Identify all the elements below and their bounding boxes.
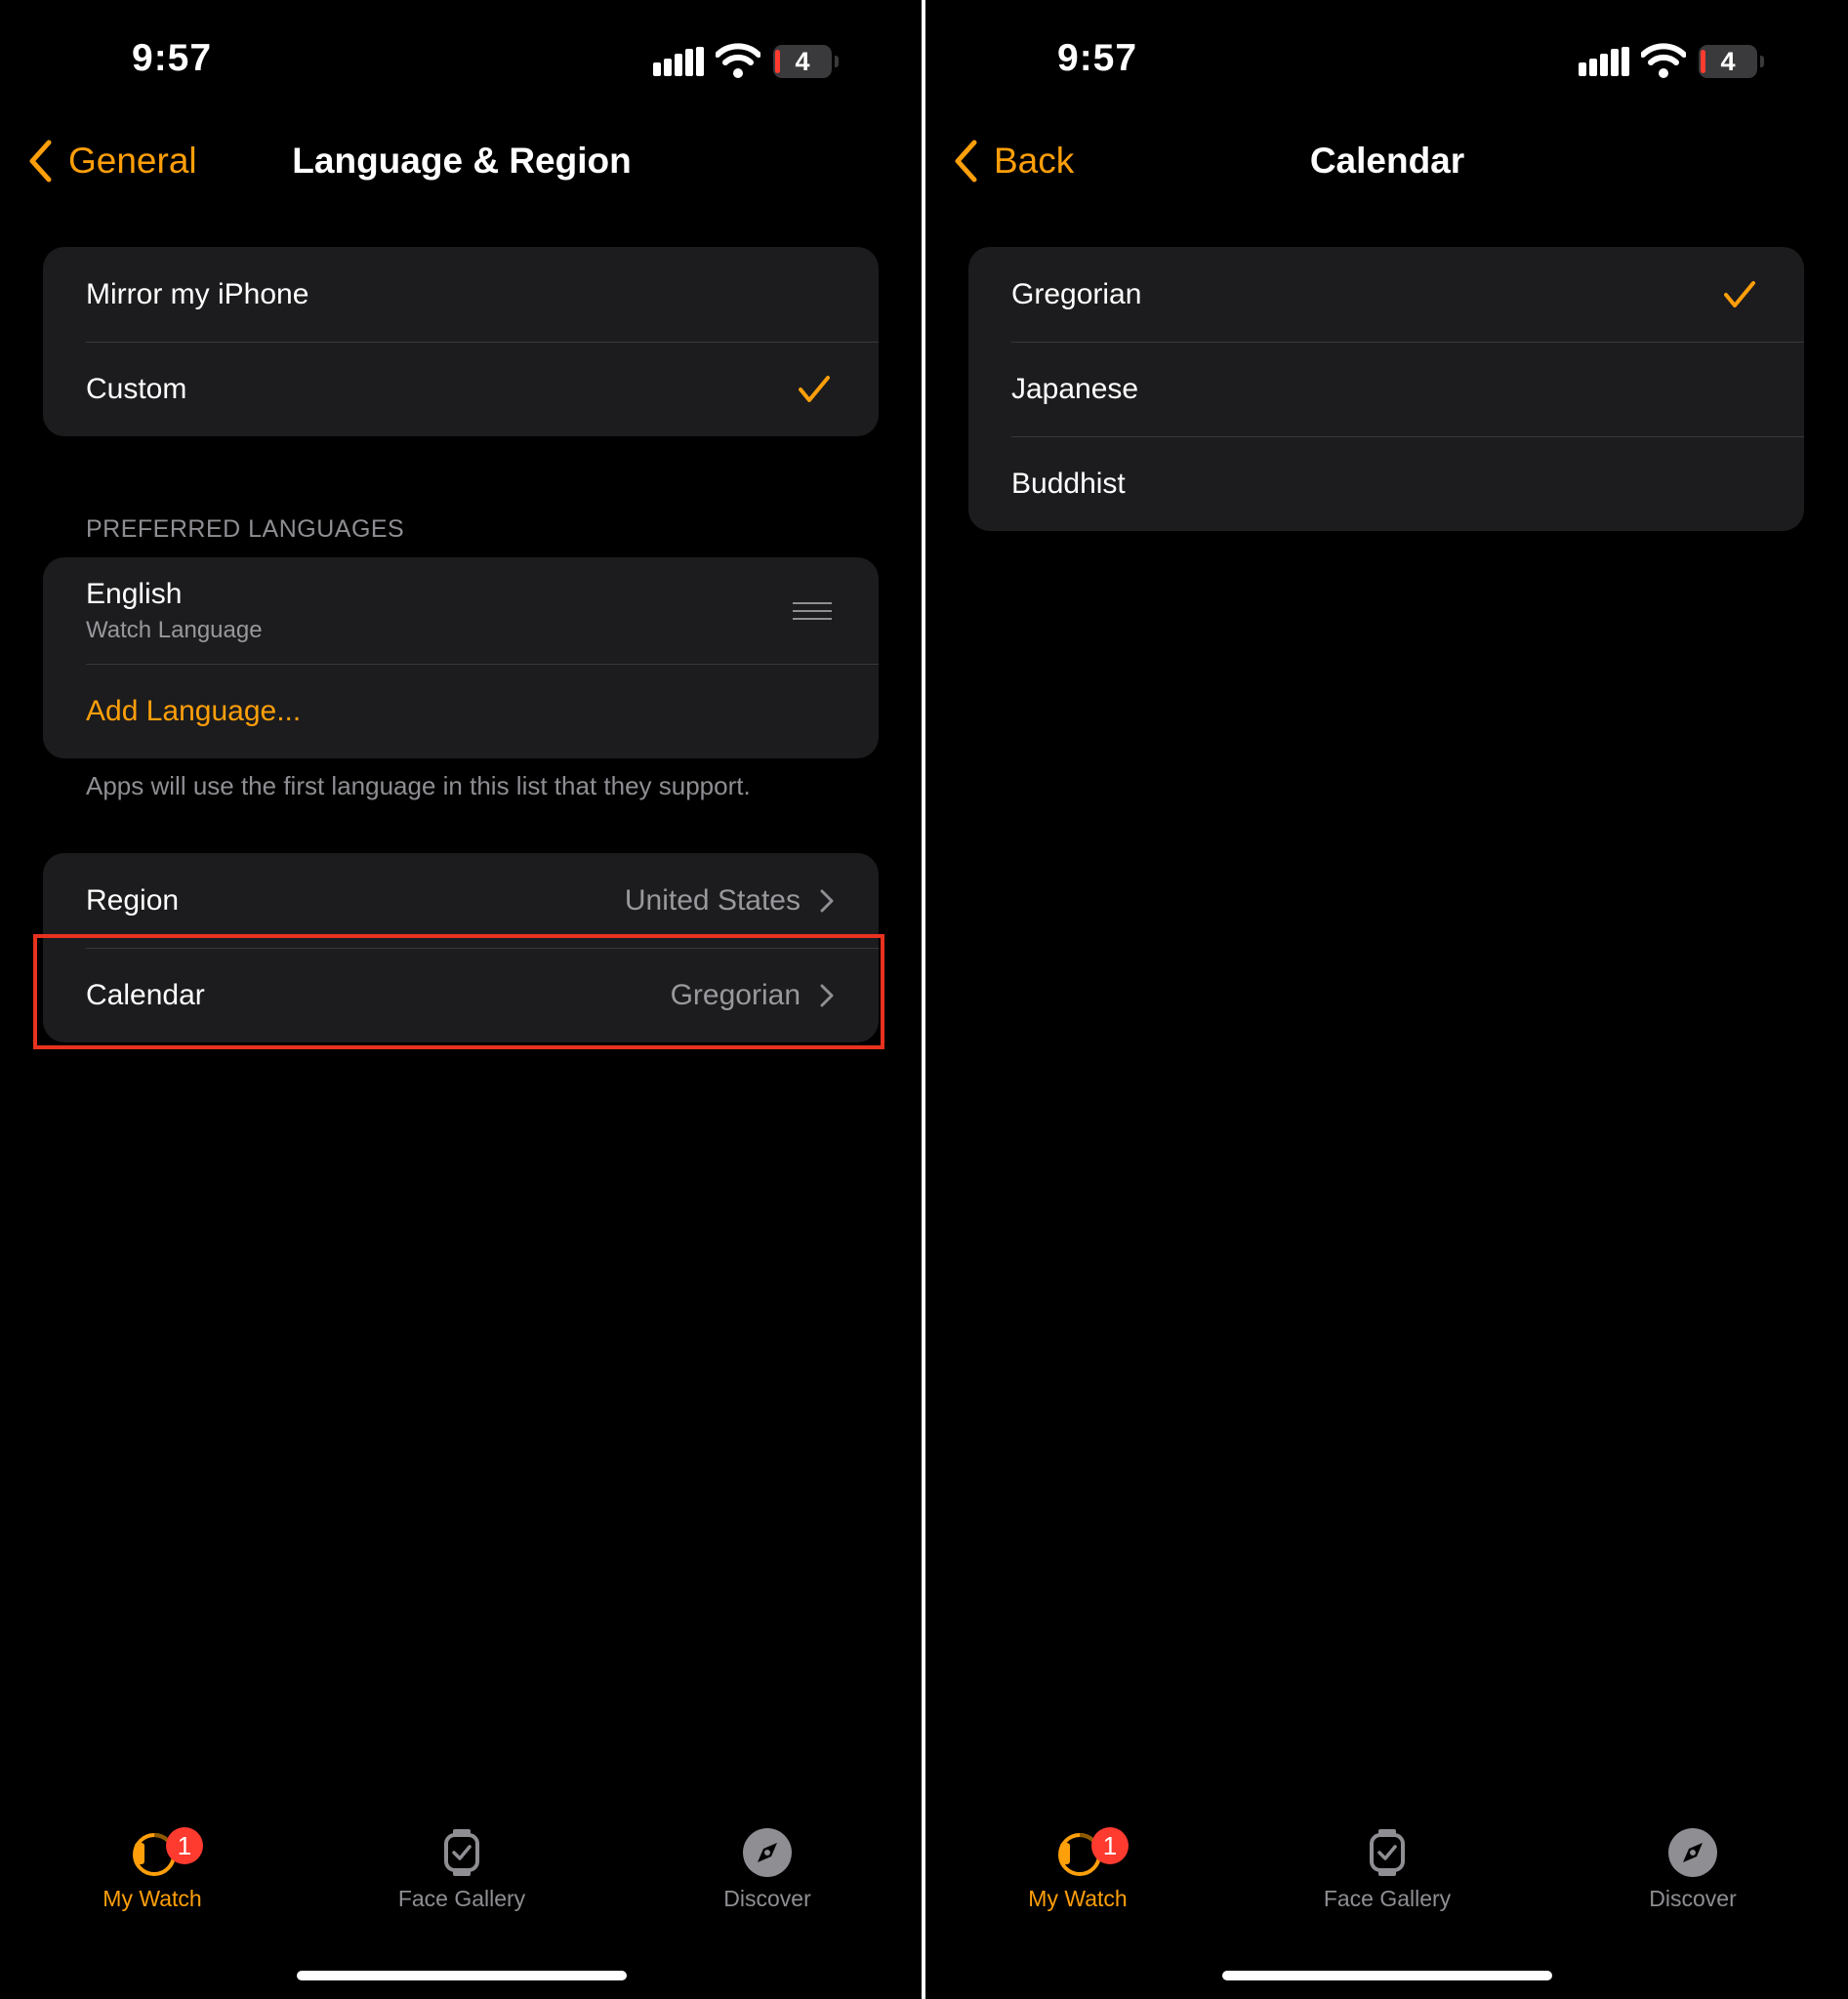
calendar-screen: 9:57 4 Back Calendar Gregorian Japanese … xyxy=(925,0,1848,1999)
tab-my-watch[interactable]: My Watch 1 xyxy=(55,1825,250,1912)
battery-indicator: 4 xyxy=(1699,45,1757,78)
language-subtitle: Watch Language xyxy=(86,616,263,643)
option-label: Japanese xyxy=(1011,372,1139,405)
language-name: English xyxy=(86,577,183,610)
notification-badge: 1 xyxy=(166,1827,203,1864)
tab-bar: My Watch 1 Face Gallery Discover xyxy=(0,1825,924,1942)
language-mode-group: Mirror my iPhone Custom xyxy=(43,247,879,436)
section-header: PREFERRED LANGUAGES xyxy=(86,515,405,543)
wifi-icon xyxy=(1641,43,1686,78)
status-time: 9:57 xyxy=(132,37,213,79)
page-title: Language & Region xyxy=(292,141,632,181)
watch-face-icon xyxy=(1370,1829,1405,1876)
page-title: Calendar xyxy=(1309,141,1465,181)
watch-face-icon xyxy=(444,1829,479,1876)
battery-indicator: 4 xyxy=(773,45,832,78)
option-japanese[interactable]: Japanese xyxy=(968,342,1804,436)
battery-level: 4 xyxy=(795,46,810,76)
battery-level: 4 xyxy=(1720,46,1736,76)
option-label: Mirror my iPhone xyxy=(86,277,309,310)
tab-discover[interactable]: Discover xyxy=(670,1825,865,1912)
calendar-options-group: Gregorian Japanese Buddhist xyxy=(968,247,1804,531)
tab-label: Discover xyxy=(1649,1886,1737,1911)
option-buddhist[interactable]: Buddhist xyxy=(968,436,1804,531)
cellular-signal-icon xyxy=(653,47,704,76)
add-language-button[interactable]: Add Language... xyxy=(43,664,879,758)
status-time: 9:57 xyxy=(1057,37,1138,79)
drag-handle-icon[interactable] xyxy=(793,601,832,621)
option-mirror-iphone[interactable]: Mirror my iPhone xyxy=(43,247,879,342)
languages-footnote: Apps will use the first language in this… xyxy=(86,771,751,800)
language-row-english[interactable]: English Watch Language xyxy=(43,557,879,664)
region-label: Region xyxy=(86,883,180,917)
home-indicator xyxy=(1222,1971,1552,1980)
option-label: Custom xyxy=(86,372,187,405)
checkmark-icon xyxy=(799,375,830,402)
tab-face-gallery[interactable]: Face Gallery xyxy=(364,1825,559,1912)
tab-label: Face Gallery xyxy=(1323,1886,1452,1911)
highlight-box xyxy=(33,934,884,1049)
tab-label: Discover xyxy=(723,1886,811,1911)
region-value: United States xyxy=(624,883,801,917)
wifi-icon xyxy=(716,43,760,78)
option-gregorian[interactable]: Gregorian xyxy=(968,247,1804,342)
notification-badge: 1 xyxy=(1091,1827,1129,1864)
tab-label: My Watch xyxy=(1028,1886,1128,1911)
home-indicator xyxy=(297,1971,627,1980)
tab-bar: My Watch 1 Face Gallery Discover xyxy=(925,1825,1848,1942)
preferred-languages-group: English Watch Language Add Language... xyxy=(43,557,879,758)
tab-label: My Watch xyxy=(103,1886,202,1911)
add-language-label: Add Language... xyxy=(86,694,302,727)
cellular-signal-icon xyxy=(1579,47,1629,76)
chevron-right-icon xyxy=(820,889,834,912)
language-region-screen: 9:57 4 General Language & Region Mirror … xyxy=(0,0,924,1999)
tab-label: Face Gallery xyxy=(397,1886,526,1911)
checkmark-icon xyxy=(1724,280,1755,307)
tab-face-gallery[interactable]: Face Gallery xyxy=(1290,1825,1485,1912)
option-label: Buddhist xyxy=(1011,467,1126,500)
compass-icon xyxy=(1668,1828,1717,1877)
option-label: Gregorian xyxy=(1011,277,1142,310)
compass-icon xyxy=(743,1828,792,1877)
tab-my-watch[interactable]: My Watch 1 xyxy=(980,1825,1175,1912)
option-custom[interactable]: Custom xyxy=(43,342,879,436)
tab-discover[interactable]: Discover xyxy=(1595,1825,1790,1912)
